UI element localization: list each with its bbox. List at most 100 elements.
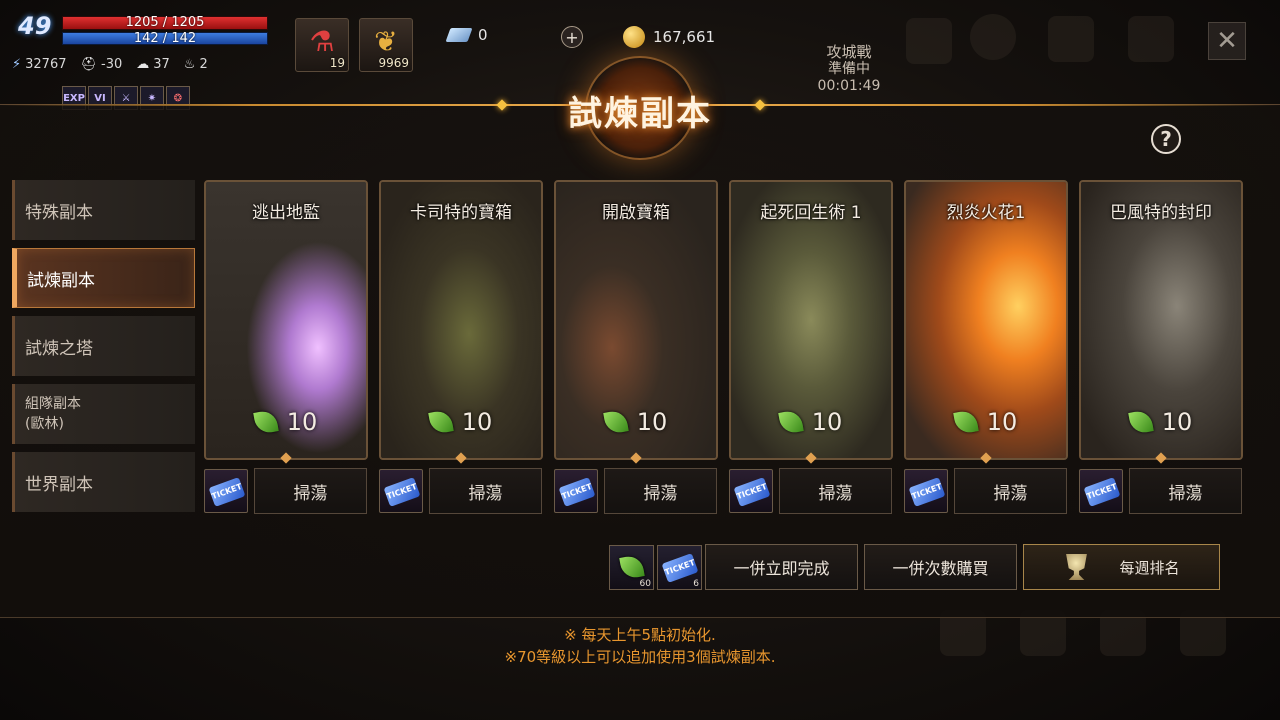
dungeon-name: 開啟寶箱 xyxy=(602,203,670,223)
dungeon-cost: 10 xyxy=(1081,408,1241,436)
diamond-value: 0 xyxy=(478,26,488,44)
cost-value: 10 xyxy=(1161,408,1193,436)
potion-count: 19 xyxy=(329,56,345,70)
mp-bar: 142 / 142 xyxy=(62,31,268,46)
cost-value: 10 xyxy=(811,408,843,436)
ticket-icon: TICKET xyxy=(733,477,771,507)
diamond-icon xyxy=(445,28,473,42)
ticket-icon: TICKET xyxy=(908,477,946,507)
leaf-icon xyxy=(619,554,645,580)
stat-weight: ♨ 2 xyxy=(184,57,208,72)
player-level: 49 xyxy=(18,12,52,40)
ticket-icon: TICKET xyxy=(558,477,596,507)
potion-slot[interactable]: ⚗ 19 xyxy=(295,18,349,72)
leaf-inventory-slot[interactable]: 60 xyxy=(609,545,654,590)
trophy-icon xyxy=(1066,554,1087,580)
ticket-slot[interactable]: TICKET xyxy=(904,469,948,513)
ticket-slot[interactable]: TICKET xyxy=(379,469,423,513)
ticket-slot[interactable]: TICKET xyxy=(204,469,248,513)
sweep-button[interactable]: 掃蕩 xyxy=(954,468,1067,514)
dungeon-name: 逃出地監 xyxy=(252,203,320,223)
sidebar-item-special[interactable]: 特殊副本 xyxy=(12,180,195,240)
dungeon-name: 起死回生術 1 xyxy=(760,203,862,223)
sweep-button[interactable]: 掃蕩 xyxy=(254,468,367,514)
dungeon-card[interactable]: 烈炎火花1 10 xyxy=(904,180,1068,460)
sweep-button[interactable]: 掃蕩 xyxy=(1129,468,1242,514)
power-icon: ⚡ xyxy=(12,56,22,72)
cost-value: 10 xyxy=(461,408,493,436)
cost-value: 10 xyxy=(986,408,1018,436)
stat-speed: ☁ 37 xyxy=(136,57,170,72)
dungeon-cost: 10 xyxy=(206,408,366,436)
feather-count: 9969 xyxy=(378,56,409,70)
player-stats: ⚡ 32767 ⛑ -30 ☁ 37 ♨ 2 xyxy=(12,54,208,74)
siege-timer: 00:01:49 xyxy=(817,78,881,94)
ticket-slot[interactable]: TICKET xyxy=(554,469,598,513)
ticket-inventory-slot[interactable]: TICKET 6 xyxy=(657,545,702,590)
ticket-slot[interactable]: TICKET xyxy=(729,469,773,513)
sweep-button[interactable]: 掃蕩 xyxy=(429,468,542,514)
siege-status[interactable]: 攻城戰 準備中 00:01:49 xyxy=(808,44,890,95)
gold-value: 167,661 xyxy=(653,28,716,46)
diamond-currency: 0 xyxy=(445,26,488,44)
dungeon-card[interactable]: 巴風特的封印 10 xyxy=(1079,180,1243,460)
sidebar-item-trial[interactable]: 試煉副本 xyxy=(12,248,195,308)
leaf-count: 60 xyxy=(639,579,651,589)
help-button[interactable]: ? xyxy=(1151,124,1181,154)
sidebar-item-tower[interactable]: 試煉之塔 xyxy=(12,316,195,376)
sweep-button[interactable]: 掃蕩 xyxy=(779,468,892,514)
feather-slot[interactable]: ❦ 9969 xyxy=(359,18,413,72)
dungeon-card[interactable]: 起死回生術 1 10 xyxy=(729,180,893,460)
note-reset: ※ 每天上午5點初始化. xyxy=(564,626,716,644)
dungeon-cost: 10 xyxy=(556,408,716,436)
ticket-icon: TICKET xyxy=(383,477,421,507)
leaf-icon xyxy=(252,409,279,435)
sidebar-item-world[interactable]: 世界副本 xyxy=(12,452,195,512)
dungeon-name: 烈炎火花1 xyxy=(946,203,1026,223)
dungeon-card[interactable]: 逃出地監 10 xyxy=(204,180,368,460)
dungeon-card[interactable]: 開啟寶箱 10 xyxy=(554,180,718,460)
speed-value: 37 xyxy=(153,56,170,72)
stat-defense: ⛑ -30 xyxy=(81,57,123,72)
pouch-icon: ♨ xyxy=(183,56,196,72)
ticket-slot[interactable]: TICKET xyxy=(1079,469,1123,513)
feather-icon: ❦ xyxy=(374,25,398,58)
sidebar-item-label: 特殊副本 xyxy=(25,202,93,223)
sidebar-item-label: 試煉副本 xyxy=(27,270,95,291)
dungeon-cost: 10 xyxy=(906,408,1066,436)
sweep-button[interactable]: 掃蕩 xyxy=(604,468,717,514)
weekly-rank-label: 每週排名 xyxy=(1119,558,1180,577)
plus-button[interactable]: + xyxy=(561,26,583,48)
potion-icon: ⚗ xyxy=(309,25,335,58)
complete-all-button[interactable]: 一併立即完成 xyxy=(705,544,858,590)
siege-title: 攻城戰 xyxy=(826,43,872,61)
power-value: 32767 xyxy=(25,56,67,72)
weekly-rank-button[interactable]: 每週排名 xyxy=(1023,544,1220,590)
gold-coin-icon xyxy=(623,26,645,48)
dungeon-name: 巴風特的封印 xyxy=(1110,203,1212,223)
leaf-icon xyxy=(952,409,979,435)
stat-power: ⚡ 32767 xyxy=(12,57,67,72)
close-button[interactable]: ✕ xyxy=(1208,22,1246,60)
dungeon-cost: 10 xyxy=(381,408,541,436)
weight-value: 2 xyxy=(199,56,208,72)
cost-value: 10 xyxy=(636,408,668,436)
sidebar-item-party[interactable]: 組隊副本 (歐林) xyxy=(12,384,195,444)
ticket-icon: TICKET xyxy=(208,477,246,507)
defense-value: -30 xyxy=(101,56,123,72)
helmet-icon: ⛑ xyxy=(80,56,98,72)
cost-value: 10 xyxy=(286,408,318,436)
hp-text: 1205 / 1205 xyxy=(125,15,205,30)
leaf-icon xyxy=(427,409,454,435)
dungeon-cost: 10 xyxy=(731,408,891,436)
dungeon-card[interactable]: 卡司特的寶箱 10 xyxy=(379,180,543,460)
dungeon-name: 卡司特的寶箱 xyxy=(410,203,512,223)
ticket-icon: TICKET xyxy=(1083,477,1121,507)
close-icon: ✕ xyxy=(1216,26,1238,56)
buy-all-button[interactable]: 一併次數購買 xyxy=(864,544,1017,590)
ticket-count: 6 xyxy=(693,579,699,589)
note-level: ※70等級以上可以追加使用3個試煉副本. xyxy=(504,648,776,666)
sidebar-item-label: 組隊副本 (歐林) xyxy=(25,396,81,432)
leaf-icon xyxy=(602,409,629,435)
sidebar-item-label: 世界副本 xyxy=(25,474,93,495)
